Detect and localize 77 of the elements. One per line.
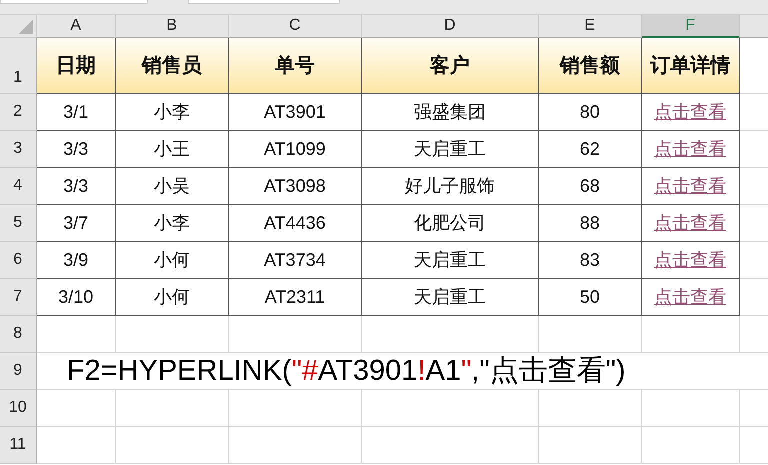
table-cell: AT4436 [229, 205, 362, 242]
row-header[interactable]: 6 [0, 242, 37, 279]
empty-cell[interactable] [539, 390, 642, 427]
table-cell: 3/3 [37, 168, 116, 205]
table-cell: 50 [539, 279, 642, 316]
empty-cell[interactable] [539, 427, 642, 464]
row-header[interactable]: 9 [0, 353, 37, 390]
hyperlink[interactable]: 点击查看 [654, 137, 726, 161]
table-cell: 3/7 [37, 205, 116, 242]
column-header[interactable]: B [116, 15, 229, 38]
column-header[interactable]: D [362, 15, 539, 38]
table-cell: 小李 [116, 205, 229, 242]
hyperlink[interactable]: 点击查看 [654, 285, 726, 309]
table-cell: 62 [539, 131, 642, 168]
hyperlink[interactable]: 点击查看 [654, 248, 726, 272]
table-cell: 化肥公司 [362, 205, 539, 242]
table-cell: 小王 [116, 131, 229, 168]
table-cell: 天启重工 [362, 131, 539, 168]
hyperlink[interactable]: 点击查看 [654, 211, 726, 235]
row-header[interactable]: 5 [0, 205, 37, 242]
row-header[interactable]: 1 [0, 38, 37, 94]
formula-text: F2=HYPERLINK("#AT3901!A1","点击查看") [67, 354, 626, 389]
table-cell: 80 [539, 94, 642, 131]
select-all-button[interactable] [0, 15, 37, 38]
column-header[interactable]: C [229, 15, 362, 38]
table-cell: 68 [539, 168, 642, 205]
column-title: 销售额 [539, 38, 642, 94]
row-header[interactable]: 2 [0, 94, 37, 131]
table-cell: 好儿子服饰 [362, 168, 539, 205]
column-title: 单号 [229, 38, 362, 94]
row-header[interactable]: 8 [0, 316, 37, 353]
row-header[interactable]: 4 [0, 168, 37, 205]
empty-cell[interactable] [229, 427, 362, 464]
empty-cell[interactable] [229, 390, 362, 427]
empty-cell[interactable] [642, 390, 740, 427]
column-title: 客户 [362, 38, 539, 94]
table-cell: 小何 [116, 279, 229, 316]
table-cell: AT3901 [229, 94, 362, 131]
column-header[interactable]: E [539, 15, 642, 38]
column-title: 日期 [37, 38, 116, 94]
table-cell: 强盛集团 [362, 94, 539, 131]
empty-cell[interactable] [116, 316, 229, 353]
empty-cell[interactable] [362, 316, 539, 353]
hyperlink[interactable]: 点击查看 [654, 100, 726, 124]
empty-cell[interactable] [362, 427, 539, 464]
row-header[interactable]: 7 [0, 279, 37, 316]
table-cell: 天启重工 [362, 242, 539, 279]
empty-cell[interactable] [642, 427, 740, 464]
table-cell: 小吴 [116, 168, 229, 205]
column-header[interactable] [740, 15, 768, 38]
table-cell: 3/1 [37, 94, 116, 131]
row-header[interactable]: 10 [0, 390, 37, 427]
table-cell: AT3098 [229, 168, 362, 205]
table-cell: 3/3 [37, 131, 116, 168]
column-title: 订单详情 [642, 38, 740, 94]
table-cell: AT1099 [229, 131, 362, 168]
row-header[interactable]: 11 [0, 427, 37, 464]
hyperlink[interactable]: 点击查看 [654, 174, 726, 198]
table-cell: 天启重工 [362, 279, 539, 316]
empty-cell[interactable] [229, 316, 362, 353]
empty-cell[interactable] [362, 390, 539, 427]
table-cell: AT2311 [229, 279, 362, 316]
column-header[interactable]: F [642, 15, 740, 38]
table-cell: 88 [539, 205, 642, 242]
column-title: 销售员 [116, 38, 229, 94]
table-cell: 小李 [116, 94, 229, 131]
empty-cell[interactable] [116, 390, 229, 427]
table-cell: AT3734 [229, 242, 362, 279]
empty-cell[interactable] [539, 316, 642, 353]
table-cell: 83 [539, 242, 642, 279]
table-cell: 3/10 [37, 279, 116, 316]
table-cell: 3/9 [37, 242, 116, 279]
empty-cell[interactable] [116, 427, 229, 464]
empty-cell[interactable] [642, 316, 740, 353]
column-header[interactable]: A [37, 15, 116, 38]
row-header[interactable]: 3 [0, 131, 37, 168]
table-cell: 小何 [116, 242, 229, 279]
